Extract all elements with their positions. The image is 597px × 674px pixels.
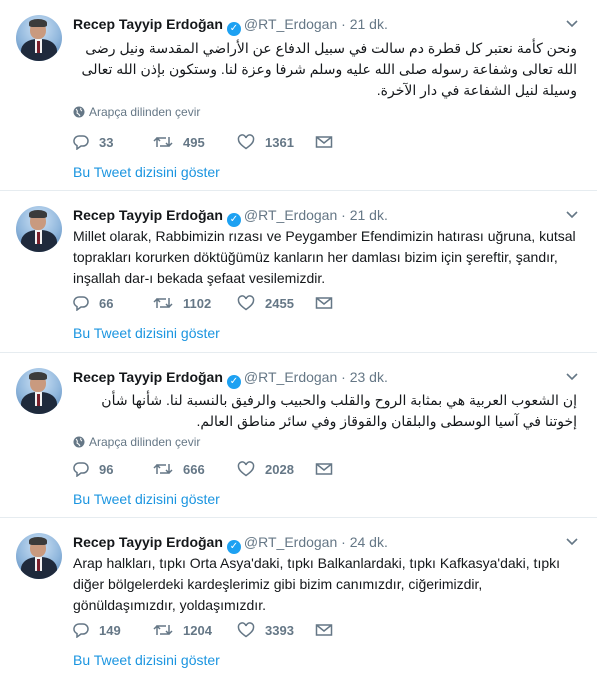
heart-icon [237, 461, 255, 477]
author-name[interactable]: Recep Tayyip Erdoğan [73, 207, 223, 223]
tweet-text: إن الشعوب العربية هي بمثابة الروح والقلب… [101, 392, 577, 429]
translate-label: Arapça dilinden çevir [89, 105, 201, 119]
retweet-icon [153, 297, 173, 309]
like-button[interactable]: 2028 [237, 459, 294, 479]
direct-message-button[interactable] [315, 293, 343, 313]
author-handle[interactable]: @RT_Erdogan [244, 534, 337, 550]
retweet-button[interactable]: 1204 [153, 620, 212, 640]
retweet-button[interactable]: 666 [153, 459, 205, 479]
chevron-down-icon[interactable] [565, 369, 579, 383]
retweet-button[interactable]: 1102 [153, 293, 211, 313]
like-button[interactable]: 2455 [237, 293, 294, 313]
reply-icon [73, 623, 89, 638]
tweet-timestamp[interactable]: 21 dk. [350, 207, 388, 223]
globe-icon [73, 106, 85, 118]
tweet-header: Recep Tayyip Erdoğan ✓ @RT_Erdogan · 21 dk… [73, 205, 557, 227]
verified-badge-icon: ✓ [226, 375, 241, 389]
envelope-icon [315, 297, 333, 309]
retweet-icon [153, 624, 173, 636]
like-button[interactable]: 3393 [237, 620, 294, 640]
show-thread-link[interactable]: Bu Tweet dizisini göster [73, 163, 220, 181]
tweet-text: Millet olarak, Rabbimizin rızası ve Peyg… [73, 228, 576, 286]
show-thread-link[interactable]: Bu Tweet dizisini göster [73, 490, 220, 508]
avatar[interactable] [16, 368, 62, 414]
retweet-count: 495 [183, 134, 205, 150]
like-count: 2455 [265, 295, 294, 311]
direct-message-button[interactable] [315, 132, 343, 152]
verified-badge-icon: ✓ [226, 213, 241, 227]
retweet-icon [153, 463, 173, 475]
verified-badge-icon: ✓ [226, 22, 241, 36]
reply-button[interactable]: 149 [73, 620, 121, 640]
globe-icon [73, 436, 85, 448]
translate-link[interactable]: Arapça dilinden çevir [73, 434, 200, 450]
chevron-down-icon[interactable] [565, 16, 579, 30]
reply-icon [73, 462, 89, 477]
chevron-down-icon[interactable] [565, 207, 579, 221]
reply-button[interactable]: 33 [73, 132, 113, 152]
avatar[interactable] [16, 533, 62, 579]
reply-button[interactable]: 96 [73, 459, 113, 479]
tweet-timestamp[interactable]: 21 dk. [350, 16, 388, 32]
like-button[interactable]: 1361 [237, 132, 294, 152]
avatar[interactable] [16, 15, 62, 61]
separator-dot: · [341, 534, 346, 550]
tweet-header: Recep Tayyip Erdoğan ✓ @RT_Erdogan · 21 dk… [73, 14, 557, 36]
avatar[interactable] [16, 206, 62, 252]
author-handle[interactable]: @RT_Erdogan [244, 16, 337, 32]
show-thread-link[interactable]: Bu Tweet dizisini göster [73, 324, 220, 342]
like-count: 2028 [265, 461, 294, 477]
envelope-icon [315, 624, 333, 636]
direct-message-button[interactable] [315, 459, 343, 479]
heart-icon [237, 134, 255, 150]
tweet-text: Arap halkları, tıpkı Orta Asya'daki, tıp… [73, 555, 561, 613]
retweet-count: 1102 [183, 295, 212, 311]
tweet[interactable]: Recep Tayyip Erdoğan ✓ @RT_Erdogan · 24 dk… [0, 518, 597, 674]
verified-badge-icon: ✓ [226, 540, 241, 554]
reply-count: 96 [99, 461, 114, 477]
reply-count: 149 [99, 622, 121, 638]
separator-dot: · [341, 207, 346, 223]
reply-count: 66 [99, 295, 114, 311]
direct-message-button[interactable] [315, 620, 343, 640]
tweet-header: Recep Tayyip Erdoğan ✓ @RT_Erdogan · 24 dk… [73, 532, 557, 554]
tweet-timestamp[interactable]: 24 dk. [350, 534, 388, 550]
heart-icon [237, 295, 255, 311]
envelope-icon [315, 463, 333, 475]
author-name[interactable]: Recep Tayyip Erdoğan [73, 534, 223, 550]
like-count: 3393 [265, 622, 294, 638]
author-name[interactable]: Recep Tayyip Erdoğan [73, 16, 223, 32]
separator-dot: · [341, 16, 346, 32]
reply-icon [73, 135, 89, 150]
retweet-icon [153, 136, 173, 148]
translate-label: Arapça dilinden çevir [89, 435, 201, 449]
chevron-down-icon[interactable] [565, 534, 579, 548]
retweet-button[interactable]: 495 [153, 132, 205, 152]
tweet-header: Recep Tayyip Erdoğan ✓ @RT_Erdogan · 23 dk… [73, 367, 557, 389]
tweet-text: ونحن كأمة نعتبر كل قطرة دم سالت في سبيل … [81, 40, 577, 98]
author-handle[interactable]: @RT_Erdogan [244, 369, 337, 385]
tweet-timestamp[interactable]: 23 dk. [350, 369, 388, 385]
show-thread-link[interactable]: Bu Tweet dizisini göster [73, 651, 220, 669]
reply-count: 33 [99, 134, 114, 150]
heart-icon [237, 622, 255, 638]
author-handle[interactable]: @RT_Erdogan [244, 207, 337, 223]
author-name[interactable]: Recep Tayyip Erdoğan [73, 369, 223, 385]
tweet[interactable]: Recep Tayyip Erdoğan ✓ @RT_Erdogan · 21 dk… [0, 191, 597, 353]
retweet-count: 666 [183, 461, 205, 477]
separator-dot: · [341, 369, 346, 385]
like-count: 1361 [265, 134, 294, 150]
tweet[interactable]: Recep Tayyip Erdoğan ✓ @RT_Erdogan · 21 dk… [0, 0, 597, 191]
translate-link[interactable]: Arapça dilinden çevir [73, 104, 200, 120]
reply-button[interactable]: 66 [73, 293, 113, 313]
tweet[interactable]: Recep Tayyip Erdoğan ✓ @RT_Erdogan · 23 dk… [0, 353, 597, 518]
retweet-count: 1204 [183, 622, 212, 638]
reply-icon [73, 296, 89, 311]
envelope-icon [315, 136, 333, 148]
